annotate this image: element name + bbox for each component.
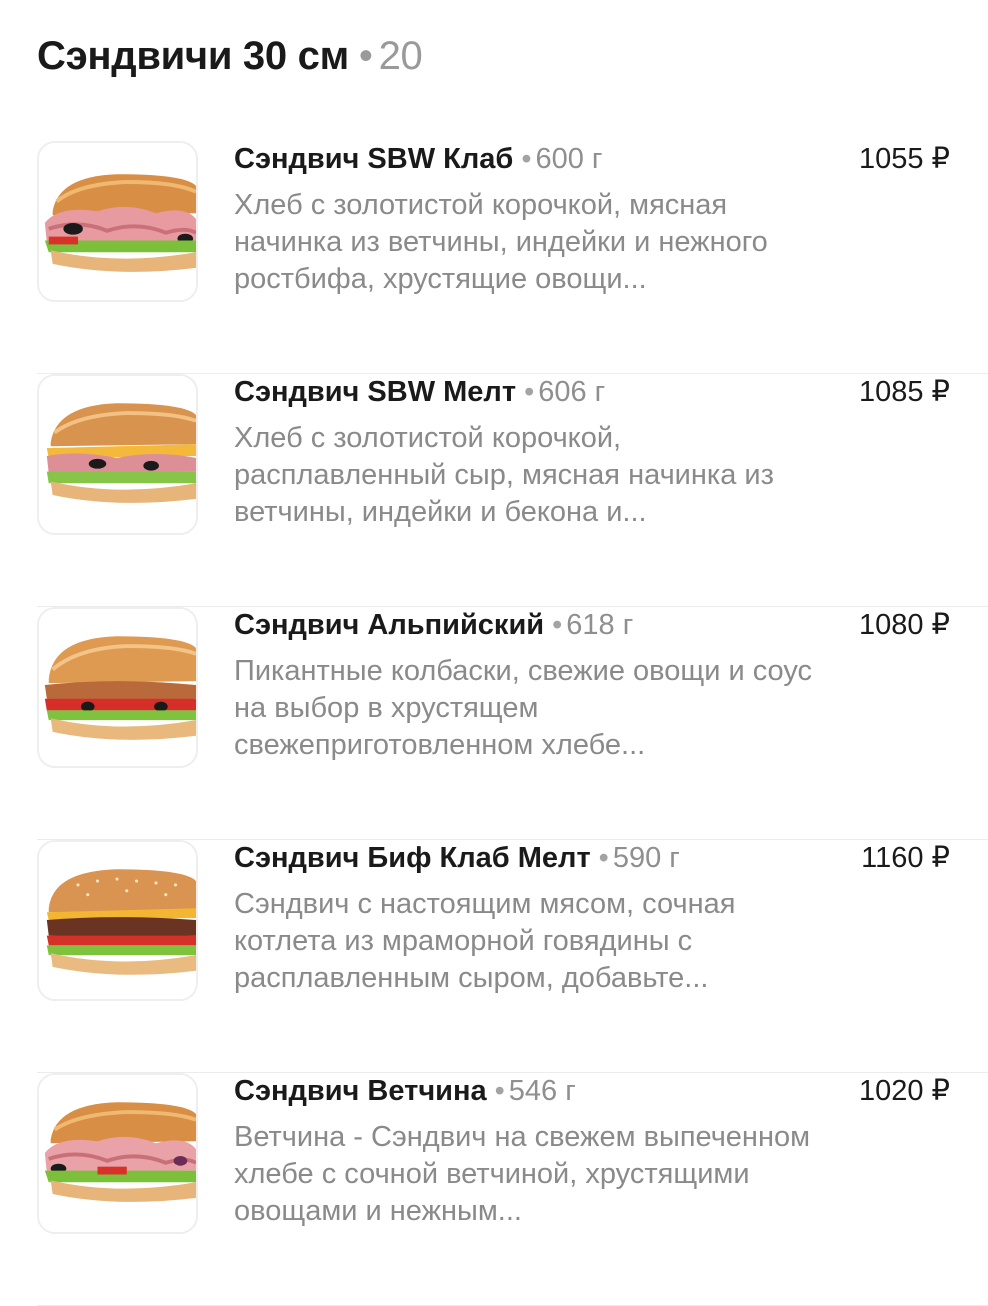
menu-item[interactable]: Сэндвич Альпийский • 618 г 1080 ₽ Пикантны… (37, 607, 988, 840)
menu-item[interactable]: Сэндвич Ветчина • 546 г 1020 ₽ Ветчина - С… (37, 1073, 988, 1306)
menu-item[interactable]: Сэндвич SBW Мелт • 606 г 1085 ₽ Хлеб с зол… (37, 374, 988, 607)
item-price: 1160 ₽ (861, 842, 950, 874)
item-title-row[interactable]: Сэндвич Ветчина • 546 г (234, 1073, 576, 1109)
sandwich-beef-image[interactable] (37, 840, 198, 1001)
item-name[interactable]: Сэндвич SBW Мелт (234, 376, 516, 408)
sandwich-ham-image[interactable] (37, 1073, 198, 1234)
menu-item[interactable]: Сэндвич Биф Клаб Мелт • 590 г 1160 ₽ Сэндв… (37, 840, 988, 1073)
separator-dot: • (521, 143, 532, 175)
item-weight: 590 г (612, 842, 680, 874)
item-title-row[interactable]: Сэндвич SBW Мелт • 606 г (234, 374, 605, 410)
item-name[interactable]: Сэндвич Альпийский (234, 609, 544, 641)
separator-dot: • (524, 376, 535, 408)
section-header: Сэндвичи 30 см • 20 (37, 34, 423, 79)
item-weight: 600 г (535, 143, 603, 175)
sandwich-melt-image[interactable] (37, 374, 198, 535)
sandwich-alpine-image[interactable] (37, 607, 198, 768)
separator-dot: • (552, 609, 563, 641)
item-description: Ветчина - Сэндвич на свежем выпеченном х… (234, 1121, 811, 1227)
separator-dot: • (598, 842, 609, 874)
item-price: 1055 ₽ (858, 143, 950, 175)
item-weight: 546 г (508, 1075, 576, 1107)
item-price: 1080 ₽ (858, 609, 950, 641)
item-weight: 618 г (566, 609, 634, 641)
section-title: Сэндвичи 30 см (37, 34, 349, 78)
item-description: Хлеб с золотистой корочкой, расплавленны… (234, 422, 774, 528)
section-count: 20 (378, 34, 423, 78)
item-name[interactable]: Сэндвич SBW Клаб (234, 143, 513, 175)
item-price: 1020 ₽ (858, 1075, 950, 1107)
sandwich-club-image[interactable] (37, 141, 198, 302)
item-price: 1085 ₽ (858, 376, 950, 408)
item-weight: 606 г (538, 376, 606, 408)
item-description: Хлеб с золотистой корочкой, мясная начин… (234, 189, 768, 295)
separator-dot: • (494, 1075, 505, 1107)
item-title-row[interactable]: Сэндвич Альпийский • 618 г (234, 607, 633, 643)
item-title-row[interactable]: Сэндвич Биф Клаб Мелт • 590 г (234, 840, 680, 876)
item-title-row[interactable]: Сэндвич SBW Клаб • 600 г (234, 141, 603, 177)
item-description: Сэндвич с настоящим мясом, сочная котлет… (234, 888, 736, 994)
separator-dot: • (358, 34, 373, 78)
menu-item[interactable]: Сэндвич SBW Клаб • 600 г 1055 ₽ Хлеб с зол… (37, 141, 988, 374)
item-description: Пикантные колбаски, свежие овощи и соус … (234, 655, 813, 761)
item-name[interactable]: Сэндвич Биф Клаб Мелт (234, 842, 591, 874)
item-name[interactable]: Сэндвич Ветчина (234, 1075, 487, 1107)
